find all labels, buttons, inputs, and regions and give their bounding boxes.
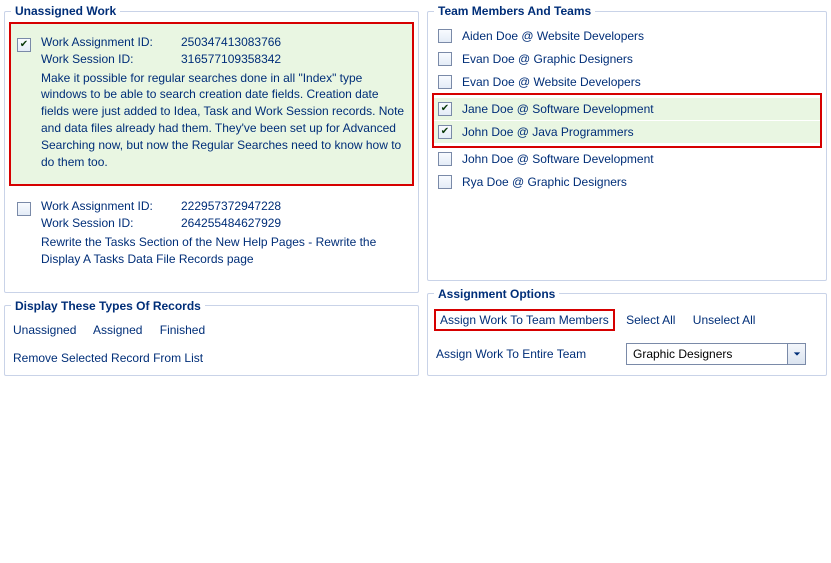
member-label: Jane Doe @ Software Development <box>462 102 654 116</box>
filter-finished-link[interactable]: Finished <box>160 323 205 337</box>
member-label: Evan Doe @ Website Developers <box>462 75 641 89</box>
assign-to-members-link[interactable]: Assign Work To Team Members <box>436 311 613 329</box>
member-row[interactable]: Evan Doe @ Graphic Designers <box>434 48 820 70</box>
work-item[interactable]: Work Assignment ID:222957372947228Work S… <box>11 188 412 281</box>
member-checkbox[interactable] <box>438 125 452 139</box>
work-session-id-label: Work Session ID: <box>41 51 181 68</box>
member-checkbox[interactable] <box>438 29 452 43</box>
member-checkbox[interactable] <box>438 175 452 189</box>
select-all-link[interactable]: Select All <box>626 313 675 327</box>
member-label: Evan Doe @ Graphic Designers <box>462 52 633 66</box>
member-checkbox[interactable] <box>438 102 452 116</box>
work-item-checkbox[interactable] <box>17 202 31 216</box>
filter-assigned-link[interactable]: Assigned <box>93 323 142 337</box>
work-session-id-value: 316577109358342 <box>181 51 406 68</box>
member-row[interactable]: Aiden Doe @ Website Developers <box>434 25 820 47</box>
team-members-legend: Team Members And Teams <box>434 4 595 18</box>
unassigned-work-legend: Unassigned Work <box>11 4 120 18</box>
filter-unassigned-link[interactable]: Unassigned <box>13 323 76 337</box>
work-assignment-id-value: 222957372947228 <box>181 198 406 215</box>
work-assignment-id-label: Work Assignment ID: <box>41 198 181 215</box>
work-assignment-id-value: 250347413083766 <box>181 34 406 51</box>
display-types-panel: Display These Types Of Records Unassigne… <box>4 299 419 376</box>
member-label: Rya Doe @ Graphic Designers <box>462 175 627 189</box>
team-select-value: Graphic Designers <box>627 347 787 361</box>
member-highlight-group: Jane Doe @ Software Development John Doe … <box>434 95 820 146</box>
work-item-body: Work Assignment ID:250347413083766Work S… <box>41 34 406 170</box>
work-session-id-value: 264255484627929 <box>181 215 406 232</box>
member-label: John Doe @ Java Programmers <box>462 125 634 139</box>
member-row[interactable]: John Doe @ Software Development <box>434 148 820 170</box>
assign-to-team-label[interactable]: Assign Work To Entire Team <box>436 347 626 361</box>
unselect-all-link[interactable]: Unselect All <box>693 313 756 327</box>
work-session-id-label: Work Session ID: <box>41 215 181 232</box>
unassigned-work-panel: Unassigned Work Work Assignment ID:25034… <box>4 4 419 293</box>
work-item-description: Rewrite the Tasks Section of the New Hel… <box>41 234 406 268</box>
team-members-panel: Team Members And Teams Aiden Doe @ Websi… <box>427 4 827 281</box>
member-checkbox[interactable] <box>438 52 452 66</box>
member-row[interactable]: Evan Doe @ Website Developers <box>434 71 820 93</box>
dropdown-caret-icon[interactable] <box>787 344 805 364</box>
work-item-checkbox[interactable] <box>17 38 31 52</box>
assignment-options-panel: Assignment Options Assign Work To Team M… <box>427 287 827 376</box>
member-label: Aiden Doe @ Website Developers <box>462 29 644 43</box>
work-item-description: Make it possible for regular searches do… <box>41 70 406 171</box>
display-types-legend: Display These Types Of Records <box>11 299 205 313</box>
member-row[interactable]: Jane Doe @ Software Development <box>434 98 820 120</box>
work-assignment-id-label: Work Assignment ID: <box>41 34 181 51</box>
member-label: John Doe @ Software Development <box>462 152 654 166</box>
member-row[interactable]: Rya Doe @ Graphic Designers <box>434 171 820 193</box>
assignment-options-legend: Assignment Options <box>434 287 559 301</box>
member-checkbox[interactable] <box>438 75 452 89</box>
work-item[interactable]: Work Assignment ID:250347413083766Work S… <box>11 24 412 184</box>
remove-selected-link[interactable]: Remove Selected Record From List <box>13 351 203 365</box>
team-select[interactable]: Graphic Designers <box>626 343 806 365</box>
work-item-body: Work Assignment ID:222957372947228Work S… <box>41 198 406 267</box>
member-checkbox[interactable] <box>438 152 452 166</box>
member-row[interactable]: John Doe @ Java Programmers <box>434 121 820 143</box>
